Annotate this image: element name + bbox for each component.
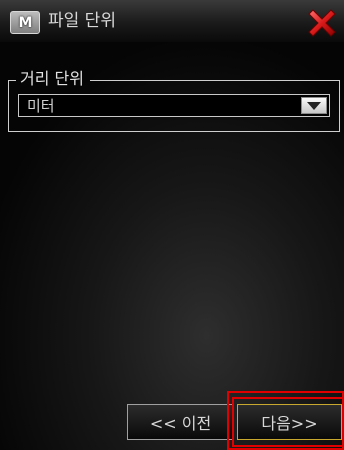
close-x-icon bbox=[308, 9, 336, 37]
distance-unit-dropdown[interactable]: 미터 bbox=[18, 94, 330, 117]
close-button[interactable] bbox=[306, 7, 338, 39]
app-logo-icon: M bbox=[10, 11, 40, 34]
window-title: 파일 단위 bbox=[48, 11, 116, 31]
dropdown-arrow-icon[interactable] bbox=[301, 97, 327, 114]
app-logo-letter: M bbox=[18, 14, 33, 31]
distance-unit-value: 미터 bbox=[27, 97, 55, 115]
distance-unit-label: 거리 단위 bbox=[20, 69, 84, 88]
next-button[interactable]: 다음>> bbox=[237, 404, 342, 440]
previous-button[interactable]: << 이전 bbox=[127, 404, 234, 440]
title-bar: M 파일 단위 bbox=[0, 0, 344, 42]
